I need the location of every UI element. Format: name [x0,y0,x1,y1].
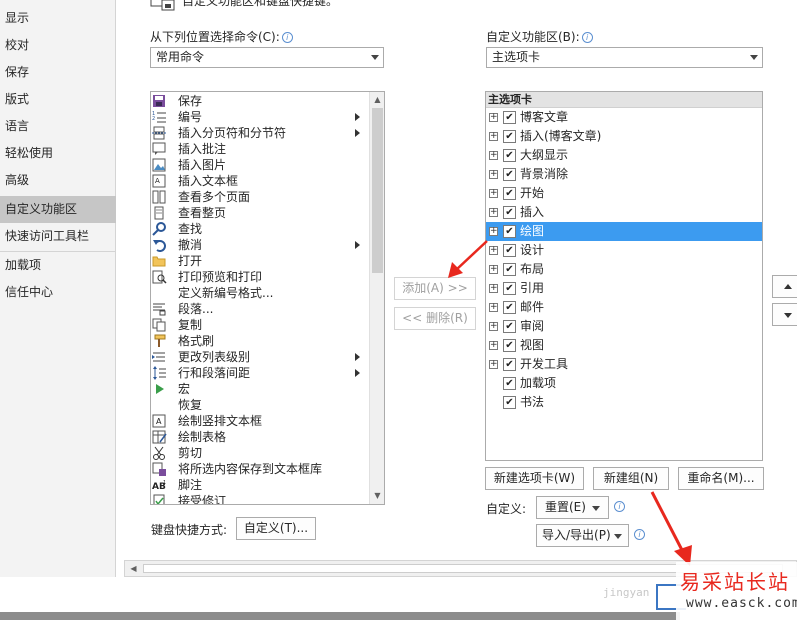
watermark-brand: 易采站长站 [680,570,790,594]
watermark: 易采站长站 www.easck.com [676,562,797,620]
watermark-corner: jingyan [603,586,650,599]
watermark-url: www.easck.com [686,596,797,611]
annotation-arrow-1 [455,240,488,271]
annotation-arrow-2 [650,491,685,553]
annotation-arrows [448,240,692,566]
